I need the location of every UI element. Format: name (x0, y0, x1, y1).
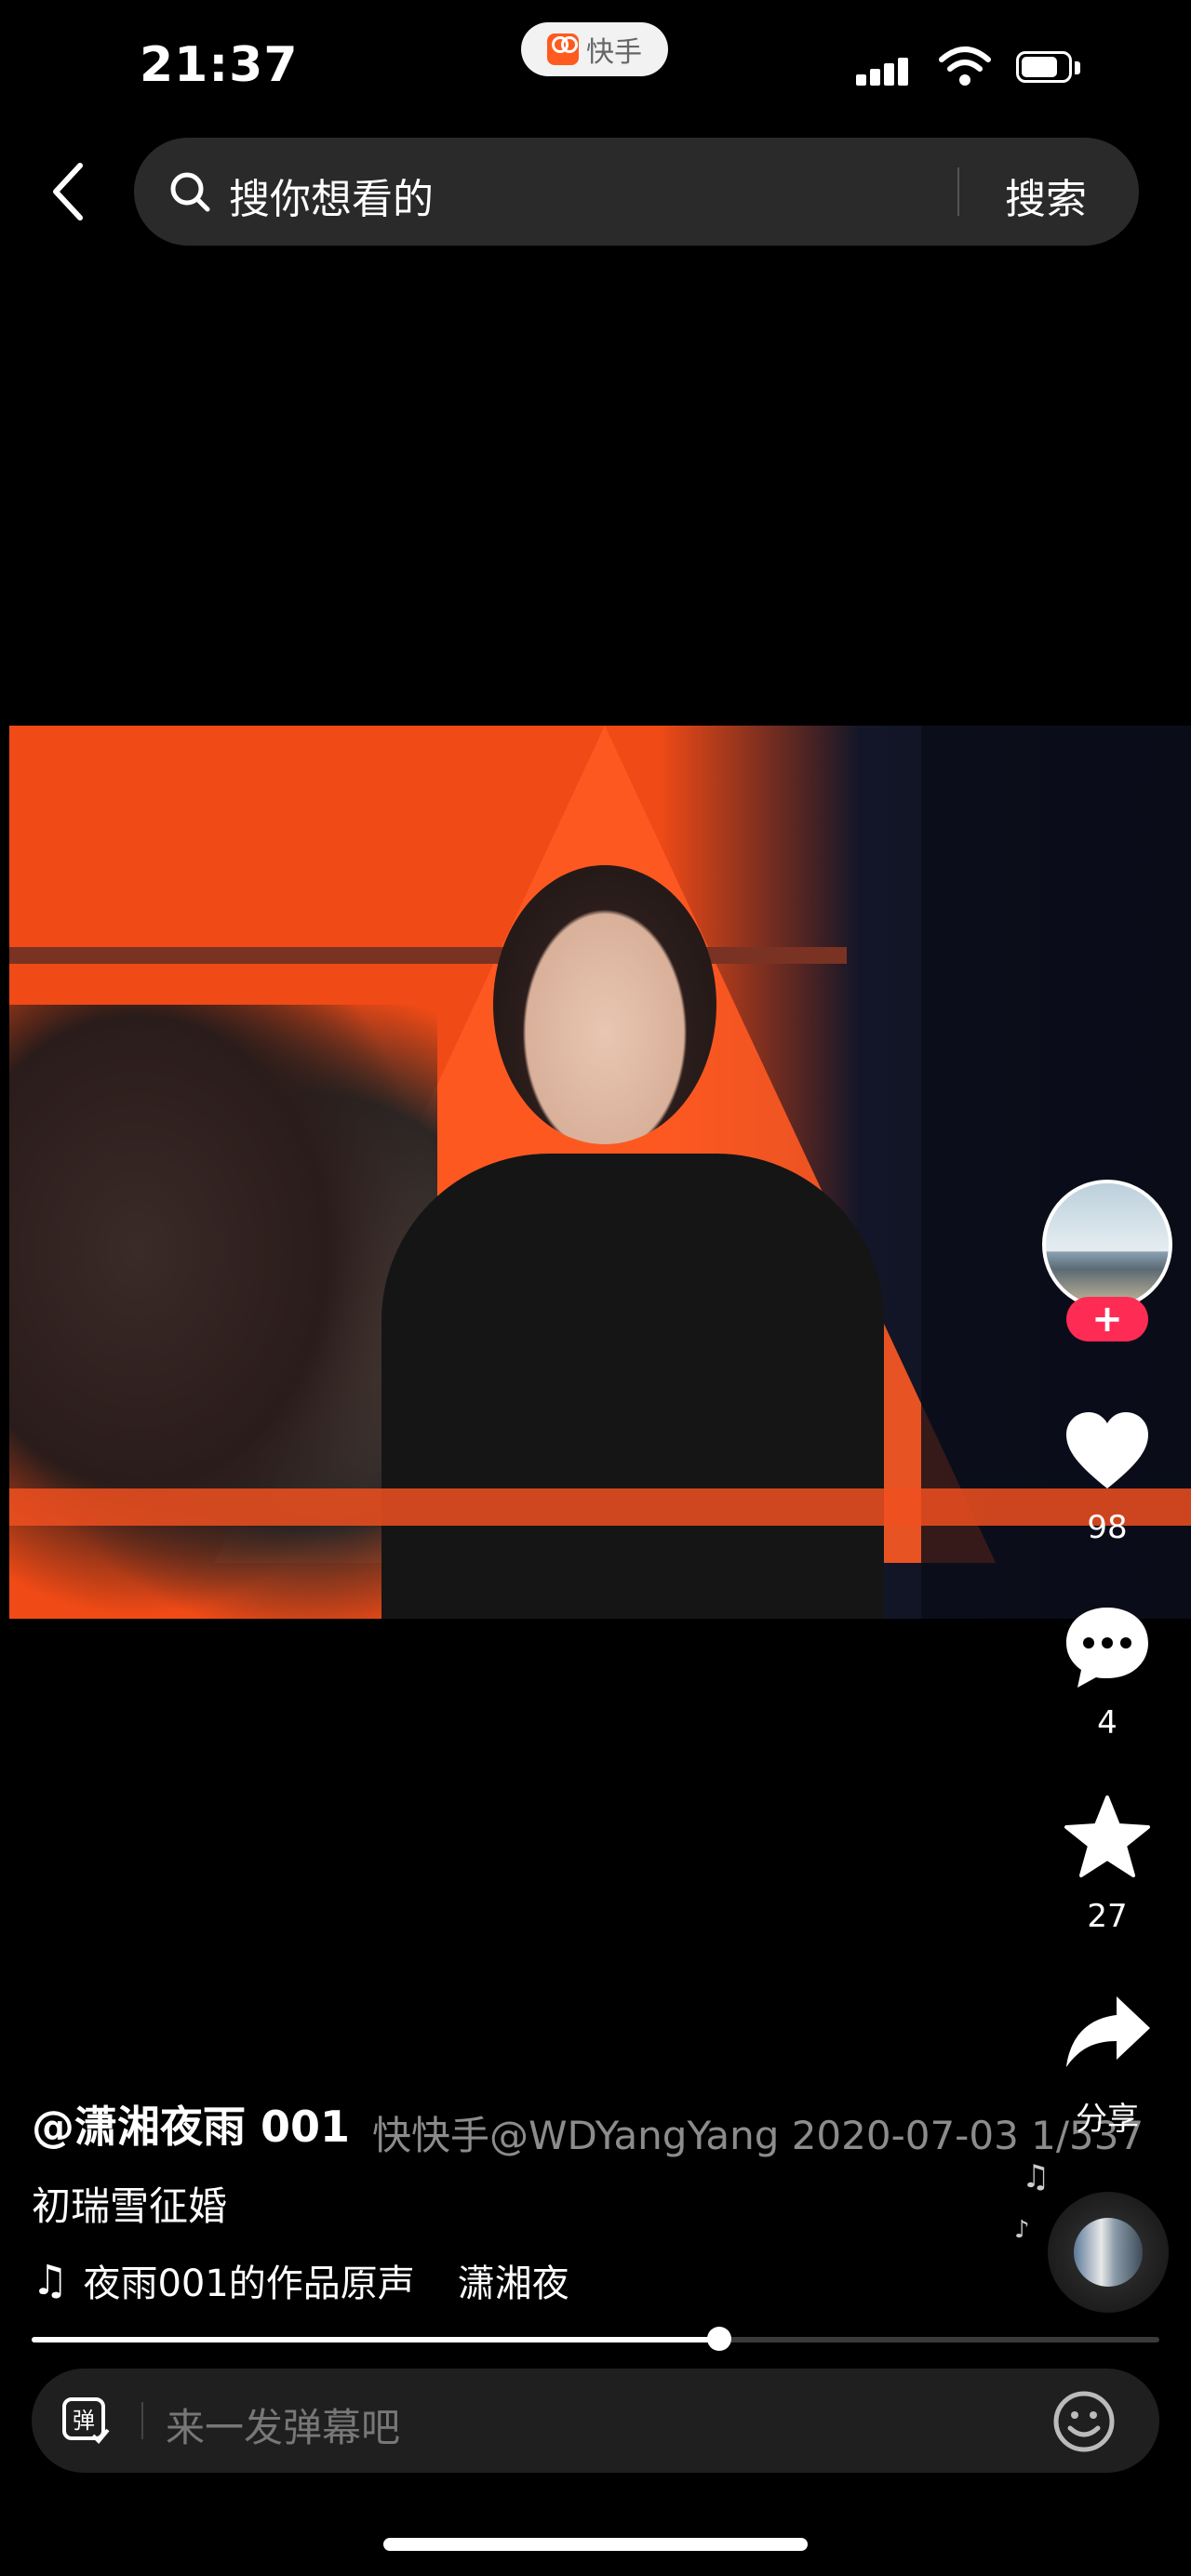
music-info[interactable]: ♫ 夜雨001的作品原声 潇湘夜 (32, 2253, 569, 2307)
comment-count: 4 (1097, 1704, 1117, 1742)
progress-handle[interactable] (707, 2327, 731, 2351)
return-to-app-pill[interactable]: 快手 (521, 22, 668, 76)
floating-note-icon: ♪ (1014, 2216, 1030, 2244)
progress-played (32, 2337, 719, 2342)
search-button[interactable]: 搜索 (1005, 166, 1087, 225)
floating-note-icon: ♫ (1022, 2158, 1050, 2196)
status-time: 21:37 (140, 37, 299, 93)
kuaishou-logo-icon (547, 33, 579, 65)
danmaku-input[interactable]: 来一发弹幕吧 (166, 2396, 400, 2453)
search-input[interactable]: 搜你想看的 (229, 166, 434, 225)
author-handle[interactable]: @潇湘夜雨 001 (32, 2093, 350, 2155)
author-avatar[interactable] (1042, 1180, 1172, 1310)
app-name: 快手 (586, 36, 642, 69)
search-divider (957, 167, 959, 216)
danmaku-divider (141, 2402, 143, 2439)
favorite-star-icon[interactable] (1061, 1792, 1154, 1885)
back-arrow-icon[interactable] (47, 158, 89, 225)
favorite-count: 27 (1087, 1898, 1128, 1935)
like-heart-icon[interactable] (1061, 1407, 1154, 1500)
svg-text:弹: 弹 (73, 2408, 95, 2434)
wifi-icon (939, 47, 991, 86)
music-scroll-text: 潇湘夜 (457, 2262, 569, 2305)
search-bar[interactable]: 搜你想看的 搜索 (134, 138, 1139, 246)
video-watermark: 快快手@WDYangYang 2020-07-03 1/537 (372, 2113, 1144, 2158)
music-title: 夜雨001的作品原声 (83, 2262, 415, 2305)
comment-bubble-icon[interactable] (1061, 1600, 1154, 1693)
follow-button[interactable]: + (1066, 1297, 1148, 1341)
cellular-signal-icon (856, 54, 919, 86)
music-note-icon: ♫ (32, 2256, 69, 2304)
video-player[interactable] (9, 726, 1191, 1619)
home-indicator[interactable] (383, 2538, 808, 2551)
danmaku-bar[interactable]: 弹 来一发弹幕吧 (32, 2369, 1159, 2473)
search-icon (170, 172, 210, 212)
share-arrow-icon[interactable] (1061, 1987, 1154, 2080)
emoji-icon[interactable] (1051, 2389, 1117, 2454)
video-title: 初瑞雪征婚 (32, 2183, 228, 2229)
music-disc[interactable] (1048, 2192, 1169, 2313)
battery-icon (1016, 51, 1083, 87)
danmaku-toggle-icon[interactable]: 弹 (61, 2396, 110, 2445)
like-count: 98 (1087, 1509, 1128, 1546)
